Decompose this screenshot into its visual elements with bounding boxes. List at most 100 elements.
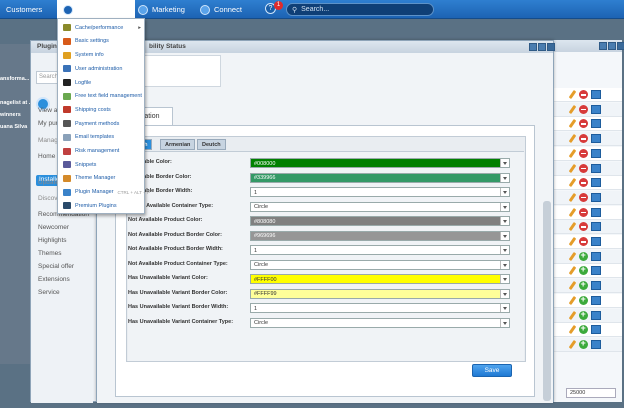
details-icon[interactable] <box>591 237 601 246</box>
field-input[interactable]: #339966 <box>250 172 510 183</box>
delete-icon[interactable] <box>579 119 588 129</box>
delete-icon[interactable] <box>579 163 588 173</box>
page-size-select[interactable]: 25000 <box>566 388 616 398</box>
details-icon[interactable] <box>591 310 601 320</box>
delete-icon[interactable] <box>579 207 588 217</box>
details-icon[interactable] <box>591 178 601 188</box>
edit-icon[interactable] <box>568 266 576 275</box>
chevron-down-icon[interactable] <box>500 173 509 182</box>
field-input[interactable]: Circle <box>250 259 510 270</box>
menu-item-lightning[interactable]: System info <box>58 48 144 62</box>
sidebar-item-home[interactable]: Home <box>38 153 55 160</box>
delete-icon[interactable] <box>579 104 588 114</box>
delete-icon[interactable] <box>579 192 588 202</box>
field-input[interactable]: #FFFF00 <box>250 274 510 284</box>
tab-language-deutch[interactable]: Deutch <box>197 139 226 150</box>
chevron-down-icon[interactable] <box>500 202 509 211</box>
chevron-down-icon[interactable] <box>500 188 509 196</box>
dialog-scrollbar[interactable] <box>543 201 551 401</box>
chevron-down-icon[interactable] <box>500 275 509 283</box>
delete-icon[interactable] <box>579 237 588 246</box>
field-input[interactable]: #FFFF99 <box>250 288 510 299</box>
sidebar-item-special-offer[interactable]: Special offer <box>38 263 74 270</box>
edit-icon[interactable] <box>568 325 576 334</box>
chevron-down-icon[interactable] <box>500 246 509 254</box>
edit-icon[interactable] <box>568 164 576 173</box>
minimize-icon[interactable] <box>599 42 607 50</box>
menu-item-users[interactable]: User administration <box>58 62 144 76</box>
field-input[interactable]: 1 <box>250 245 510 255</box>
details-icon[interactable] <box>591 148 601 158</box>
edit-icon[interactable] <box>568 222 576 231</box>
details-icon[interactable] <box>591 163 601 173</box>
details-icon[interactable] <box>591 339 601 349</box>
sidebar-item-highlights[interactable]: Highlights <box>38 237 67 244</box>
sidebar-item-extensions[interactable]: Extensions <box>38 276 70 283</box>
chevron-down-icon[interactable] <box>500 304 509 312</box>
menu-item-palette[interactable]: Theme Manager <box>58 172 144 186</box>
field-input[interactable]: 1 <box>250 303 510 313</box>
chevron-down-icon[interactable] <box>500 289 509 298</box>
menu-item-truck[interactable]: Shipping costs <box>58 103 144 117</box>
details-icon[interactable] <box>591 251 601 261</box>
details-icon[interactable] <box>591 90 601 99</box>
delete-icon[interactable] <box>579 178 588 188</box>
edit-icon[interactable] <box>568 281 576 290</box>
delete-icon[interactable] <box>579 134 588 144</box>
chevron-down-icon[interactable] <box>500 217 509 225</box>
edit-icon[interactable] <box>568 208 576 217</box>
delete-icon[interactable] <box>579 222 588 232</box>
tab-language-armenian[interactable]: Armenian <box>160 139 196 150</box>
delete-icon[interactable] <box>579 90 588 99</box>
details-icon[interactable] <box>591 207 601 217</box>
menu-item-snippet[interactable]: Snippets <box>58 158 144 172</box>
field-input[interactable]: #808080 <box>250 216 510 226</box>
install-icon[interactable] <box>579 294 588 305</box>
menu-item-risk[interactable]: Risk management <box>58 144 144 158</box>
minimize-icon[interactable] <box>529 43 537 51</box>
edit-icon[interactable] <box>568 90 576 99</box>
menu-item-mail[interactable]: Email templates <box>58 131 144 145</box>
install-icon[interactable] <box>579 279 588 291</box>
chevron-down-icon[interactable] <box>500 318 509 327</box>
field-input[interactable]: 1 <box>250 187 510 197</box>
nav-connect[interactable]: Connect <box>200 0 242 19</box>
menu-item-cache[interactable]: Cache/performance ▸ <box>58 21 144 35</box>
details-icon[interactable] <box>591 266 601 276</box>
chevron-down-icon[interactable] <box>500 159 509 167</box>
details-icon[interactable] <box>591 104 601 114</box>
edit-icon[interactable] <box>568 134 576 143</box>
menu-item-settings[interactable]: Basic settings <box>58 35 144 49</box>
save-button[interactable]: Save <box>472 364 512 377</box>
chevron-down-icon[interactable] <box>500 231 509 240</box>
field-input[interactable]: #969696 <box>250 230 510 241</box>
edit-icon[interactable] <box>568 119 576 128</box>
edit-icon[interactable] <box>568 178 576 187</box>
edit-icon[interactable] <box>568 149 576 158</box>
edit-icon[interactable] <box>568 105 576 114</box>
nav-customers[interactable]: Customers <box>6 0 42 19</box>
nav-marketing[interactable]: Marketing <box>138 0 185 19</box>
install-icon[interactable] <box>579 264 588 276</box>
field-input[interactable]: Circle <box>250 317 510 328</box>
edit-icon[interactable] <box>568 296 576 305</box>
menu-item-plugin[interactable]: Plugin Manager CTRL + ALT + P <box>58 185 150 199</box>
field-input[interactable]: Circle <box>250 201 510 212</box>
details-icon[interactable] <box>591 119 601 129</box>
menu-item-premium[interactable]: Premium Plugins <box>58 199 144 213</box>
edit-icon[interactable] <box>568 237 576 246</box>
sidebar-item-newcomer[interactable]: Newcomer <box>38 224 69 231</box>
menu-item-creditcard[interactable]: Payment methods <box>58 117 144 131</box>
details-icon[interactable] <box>591 192 601 202</box>
install-icon[interactable] <box>579 309 588 320</box>
field-input[interactable]: #008000 <box>250 158 510 168</box>
edit-icon[interactable] <box>568 193 576 202</box>
install-icon[interactable] <box>579 250 588 261</box>
sidebar-item-themes[interactable]: Themes <box>38 250 61 257</box>
edit-icon[interactable] <box>568 340 576 349</box>
install-icon[interactable] <box>579 323 588 335</box>
delete-icon[interactable] <box>579 148 588 158</box>
menu-item-textfield[interactable]: Free text field management <box>58 90 144 104</box>
maximize-icon[interactable] <box>608 42 616 50</box>
details-icon[interactable] <box>591 325 601 335</box>
